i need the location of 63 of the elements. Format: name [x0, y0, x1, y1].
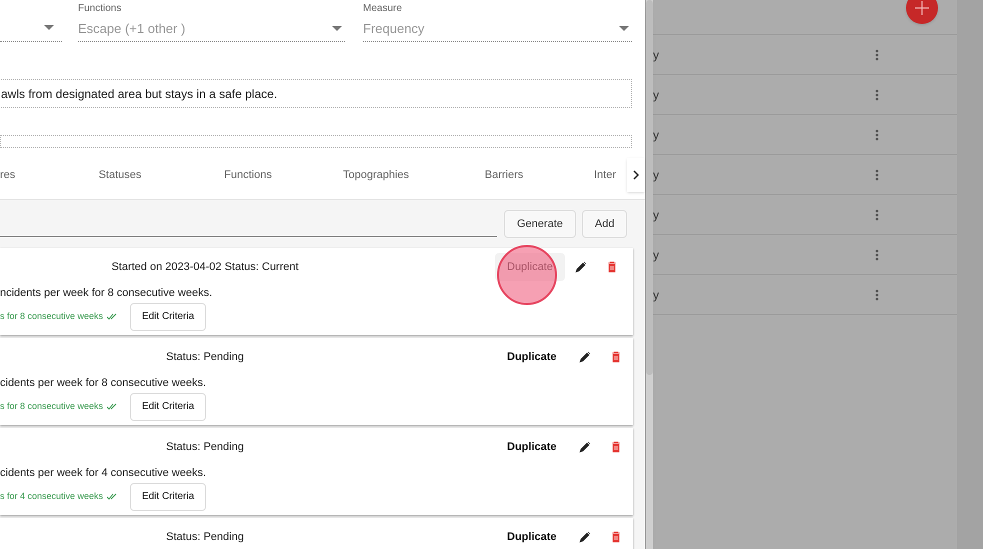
duplicate-button[interactable]: Duplicate	[495, 523, 569, 549]
field-label: Measure	[363, 2, 403, 16]
goal-status: Status: Pending	[165, 530, 245, 545]
goal-description: ncidents per week for 8 consecutive weeks.	[0, 286, 214, 301]
edit-icon[interactable]	[578, 441, 591, 453]
tab-scroll-button[interactable]	[627, 158, 645, 192]
scrollbar-thumb[interactable]	[646, 0, 653, 375]
edit-criteria-button[interactable]: Edit Criteria	[130, 302, 206, 330]
more-icon[interactable]	[875, 128, 879, 140]
tab[interactable]: Topographies	[312, 158, 440, 192]
duplicate-button[interactable]: Duplicate	[495, 343, 569, 371]
goal-status: Status: Pending	[165, 350, 245, 365]
plus-icon	[914, 0, 930, 16]
description-field[interactable]: awls from designated area but stays in a safe place.	[0, 79, 632, 108]
edit-icon[interactable]	[578, 531, 591, 543]
tab[interactable]: Statuses	[56, 158, 184, 192]
criteria-text: s for 4 consecutive weeks	[0, 490, 104, 503]
goal-description: cidents per week for 8 consecutive weeks.	[0, 376, 208, 391]
field-label: Functions	[78, 2, 122, 16]
more-icon[interactable]	[875, 288, 879, 300]
dropdown-arrow-icon	[332, 26, 342, 31]
tab[interactable]: Barriers	[440, 158, 568, 192]
double-check-icon	[107, 313, 118, 320]
chevron-right-icon	[633, 170, 639, 180]
dropdown-arrow-icon	[44, 25, 54, 30]
field-value: Escape (+1 other )	[78, 20, 186, 38]
edit-criteria-button[interactable]: Edit Criteria	[130, 482, 206, 510]
tab[interactable]: Functions	[184, 158, 312, 192]
row-text: y	[653, 166, 660, 184]
delete-icon[interactable]	[606, 261, 617, 273]
edit-icon[interactable]	[574, 261, 587, 273]
criteria-text: s for 8 consecutive weeks	[0, 310, 104, 323]
goal-status: Started on 2023-04-02 Status: Current	[110, 260, 300, 275]
row-text: y	[653, 46, 660, 64]
edit-icon[interactable]	[578, 351, 591, 363]
criteria-text: s for 8 consecutive weeks	[0, 400, 104, 413]
double-check-icon	[107, 403, 118, 410]
more-icon[interactable]	[875, 248, 879, 260]
dropdown-arrow-icon	[619, 26, 629, 31]
edit-criteria-button[interactable]: Edit Criteria	[130, 392, 206, 420]
delete-icon[interactable]	[610, 441, 621, 453]
action-button[interactable]: Add	[582, 210, 628, 238]
tab[interactable]: Inter	[594, 158, 616, 192]
tab[interactable]: res	[0, 158, 56, 192]
row-text: y	[653, 206, 660, 224]
field-value: Frequency	[363, 20, 424, 38]
row-text: y	[653, 286, 660, 304]
more-icon[interactable]	[875, 88, 879, 100]
delete-icon[interactable]	[610, 351, 621, 363]
more-icon[interactable]	[875, 48, 879, 60]
text-field[interactable]	[0, 135, 632, 148]
delete-icon[interactable]	[610, 531, 621, 543]
duplicate-button[interactable]: Duplicate	[495, 433, 569, 461]
description-text: awls from designated area but stays in a safe place.	[1, 86, 278, 102]
row-text: y	[653, 86, 660, 104]
double-check-icon	[107, 493, 118, 500]
goal-status: Status: Pending	[165, 440, 245, 455]
row-text: y	[653, 126, 660, 144]
action-button[interactable]: Generate	[504, 210, 576, 238]
more-icon[interactable]	[875, 168, 879, 180]
row-text: y	[653, 246, 660, 264]
goal-description: cidents per week for 4 consecutive weeks.	[0, 466, 208, 481]
more-icon[interactable]	[875, 208, 879, 220]
